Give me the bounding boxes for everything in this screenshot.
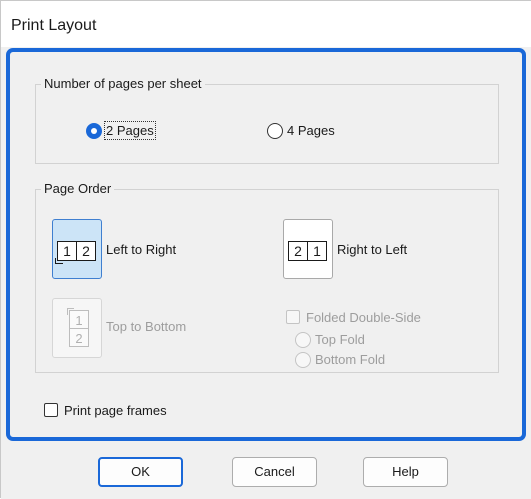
bottom-fold-radio <box>295 352 311 368</box>
left-to-right-glyph-2: 2 <box>82 243 90 259</box>
print-page-frames-checkbox[interactable] <box>44 403 58 417</box>
right-to-left-order-icon: 2 1 <box>288 241 327 261</box>
left-to-right-glyph-1: 1 <box>63 243 71 259</box>
top-to-bottom-button: 1 2 <box>52 298 102 358</box>
four-pages-radio[interactable] <box>267 123 283 139</box>
dialog-title: Print Layout <box>11 17 97 34</box>
left-to-right-label: Left to Right <box>106 242 177 257</box>
ok-button[interactable]: OK <box>98 457 183 487</box>
left-to-right-order-icon: 1 2 <box>55 241 96 264</box>
folded-double-side-checkbox <box>286 310 300 324</box>
top-to-bottom-order-icon: 1 2 <box>67 308 89 347</box>
top-to-bottom-glyph-1: 1 <box>75 313 82 328</box>
folded-double-side-label: Folded Double-Side <box>306 310 421 325</box>
help-button[interactable]: Help <box>363 457 448 487</box>
pages-per-sheet-group-label: Number of pages per sheet <box>41 76 205 91</box>
title-bar: Print Layout <box>1 1 531 47</box>
right-to-left-glyph-1: 2 <box>294 243 302 259</box>
page-order-group: Page Order 1 2 Left to Right 2 1 Right t… <box>35 181 499 373</box>
two-pages-label[interactable]: 2 Pages <box>104 121 156 140</box>
top-to-bottom-glyph-2: 2 <box>75 331 82 346</box>
print-layout-dialog: Print Layout Number of pages per sheet 2… <box>0 0 531 499</box>
bottom-fold-label: Bottom Fold <box>315 352 386 367</box>
print-page-frames-label[interactable]: Print page frames <box>64 403 167 418</box>
top-fold-radio <box>295 332 311 348</box>
right-to-left-label: Right to Left <box>337 242 408 257</box>
left-to-right-button[interactable]: 1 2 <box>52 219 102 279</box>
top-to-bottom-label: Top to Bottom <box>106 319 187 334</box>
two-pages-radio[interactable] <box>86 123 102 139</box>
right-to-left-glyph-2: 1 <box>313 243 321 259</box>
page-order-group-label: Page Order <box>41 181 115 196</box>
right-to-left-button[interactable]: 2 1 <box>283 219 333 279</box>
button-bar: OK Cancel Help <box>1 441 531 499</box>
four-pages-label[interactable]: 4 Pages <box>287 123 335 138</box>
cancel-button[interactable]: Cancel <box>232 457 317 487</box>
pages-per-sheet-group: Number of pages per sheet 2 Pages 4 Page… <box>35 76 499 164</box>
top-fold-label: Top Fold <box>315 332 365 347</box>
